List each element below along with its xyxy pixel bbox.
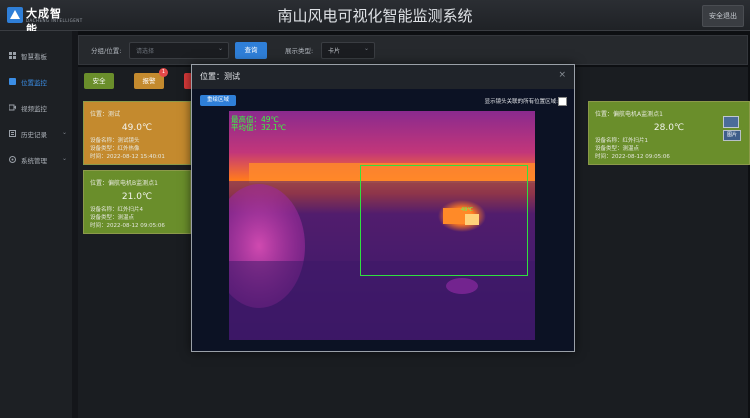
- location-detail-dialog: 位置：测试 × 重绘区域 显示镜头关联的所有位置区域: 最高值：49℃ 平均值：…: [191, 64, 575, 352]
- display-type-value: 卡片: [328, 48, 341, 55]
- dialog-header: 位置：测试 ×: [192, 65, 574, 89]
- display-type-select[interactable]: 卡片 ⌄: [321, 42, 375, 59]
- sidebar-item-label: 位置监控: [21, 79, 47, 87]
- chevron-down-icon: ⌄: [363, 45, 369, 52]
- card-device-type: 设备类型：测温点: [90, 215, 135, 221]
- logout-button[interactable]: 安全退出: [702, 5, 744, 27]
- warn-filter-label: 报警: [142, 77, 156, 85]
- show-all-regions-checkbox[interactable]: [558, 97, 567, 106]
- sidebar-item-label: 历史记录: [21, 131, 47, 139]
- gear-icon: [9, 156, 16, 163]
- avg-temperature: 平均值：32.1℃: [231, 123, 287, 132]
- sidebar-item-video[interactable]: 视频监控: [0, 97, 72, 119]
- query-button[interactable]: 查询: [235, 42, 267, 59]
- card-time: 时间：2022-08-12 15:40:01: [90, 154, 165, 160]
- card-device-type: 设备类型：测温点: [595, 146, 640, 152]
- sidebar-item-location[interactable]: 位置监控: [0, 71, 72, 93]
- location-icon: [9, 78, 16, 85]
- sidebar-item-label: 系统管理: [21, 157, 47, 165]
- image-button[interactable]: 图片: [723, 130, 741, 141]
- display-type-label: 展示类型:: [285, 47, 314, 55]
- safe-filter-button[interactable]: 安全: [84, 73, 114, 89]
- dialog-title: 位置：测试: [200, 72, 240, 81]
- measurement-region[interactable]: [360, 165, 528, 276]
- group-placeholder: 请选择: [136, 48, 155, 55]
- app-header: 大成智能 DACHENG INTELLIGENT 南山风电可视化智能监测系统 安…: [0, 0, 750, 36]
- warn-count-badge: 1: [159, 68, 168, 77]
- card-location: 位置：测试: [90, 111, 121, 118]
- camera-thumbnail-icon[interactable]: [723, 116, 739, 128]
- card-time: 时间：2022-08-12 09:05:06: [595, 154, 670, 160]
- card-time: 时间：2022-08-12 09:05:06: [90, 223, 165, 229]
- dashboard-icon: [9, 52, 16, 59]
- page-title: 南山风电可视化智能监测系统: [277, 7, 473, 25]
- card-location: 位置：偏航电机B监测点1: [90, 180, 158, 187]
- sidebar-item-label: 视频监控: [21, 105, 47, 113]
- card-temperature: 21.0℃: [121, 192, 153, 202]
- show-all-regions-label: 显示镜头关联的所有位置区域:: [484, 99, 558, 105]
- card-location: 位置：偏航电机A监测点1: [595, 111, 663, 118]
- redraw-region-button[interactable]: 重绘区域: [200, 95, 236, 106]
- card-device-name: 设备名称：红外扫片4: [90, 207, 143, 213]
- group-label: 分组/位置:: [91, 47, 122, 55]
- region-hotspot-temperature: 49℃: [461, 207, 473, 213]
- location-card[interactable]: 位置：偏航电机B监测点1 21.0℃ 设备名称：红外扫片4 设备类型：测温点 时…: [83, 170, 191, 234]
- sidebar-item-label: 智慧看板: [21, 53, 47, 61]
- chevron-down-icon: ⌄: [217, 45, 223, 52]
- card-device-name: 设备名称：红外扫片1: [595, 138, 648, 144]
- sidebar-item-dashboard[interactable]: 智慧看板: [0, 45, 72, 67]
- history-icon: [9, 130, 16, 137]
- card-device-type: 设备类型：红外热像: [90, 146, 140, 152]
- warn-filter-button[interactable]: 报警 1: [134, 68, 168, 89]
- sidebar: 智慧看板 位置监控 视频监控 历史记录 ⌄ 系统管理 ⌄: [0, 31, 72, 418]
- card-temperature: 49.0℃: [121, 123, 153, 133]
- sidebar-item-history[interactable]: 历史记录 ⌄: [0, 123, 72, 145]
- chevron-down-icon: ⌄: [62, 155, 68, 162]
- filter-bar: 分组/位置: 请选择 ⌄ 查询 展示类型: 卡片 ⌄: [78, 35, 748, 65]
- card-device-name: 设备名称：测试镜头: [90, 138, 140, 144]
- location-card[interactable]: 位置：测试 49.0℃ 设备名称：测试镜头 设备类型：红外热像 时间：2022-…: [83, 101, 191, 165]
- close-icon[interactable]: ×: [558, 70, 566, 80]
- sidebar-item-system[interactable]: 系统管理 ⌄: [0, 149, 72, 171]
- video-icon: [9, 104, 16, 111]
- chevron-down-icon: ⌄: [62, 129, 68, 136]
- location-card[interactable]: 位置：偏航电机A监测点1 28.0℃ 设备名称：红外扫片1 设备类型：测温点 时…: [588, 101, 750, 165]
- group-select[interactable]: 请选择 ⌄: [129, 42, 229, 59]
